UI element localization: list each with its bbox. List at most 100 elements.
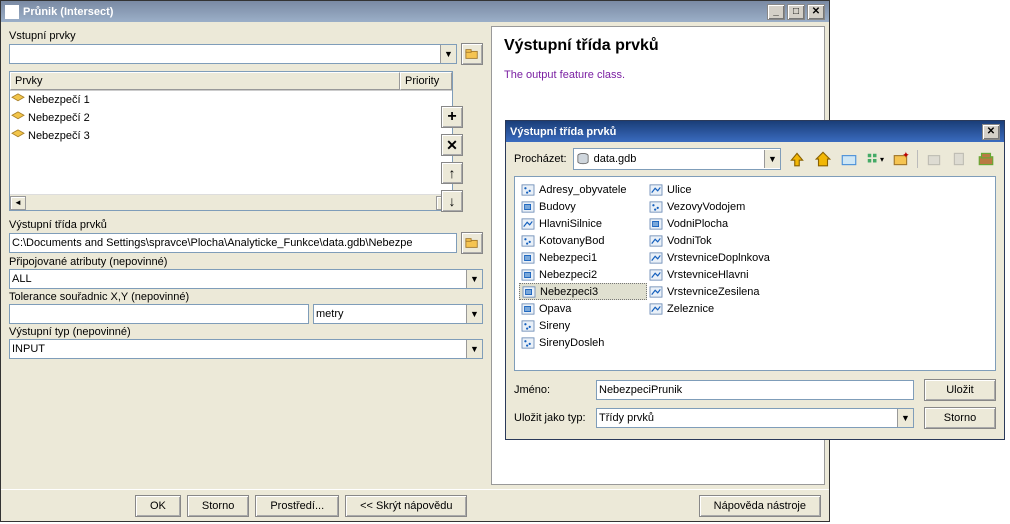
- type-dropdown[interactable]: Třídy prvků ▼: [596, 408, 914, 428]
- input-features-dropdown[interactable]: ▼: [9, 44, 457, 64]
- maximize-button[interactable]: □: [787, 4, 805, 20]
- file-name: Zeleznice: [667, 303, 714, 315]
- file-name: VodniPlocha: [667, 218, 728, 230]
- horizontal-scrollbar[interactable]: ◄►: [10, 194, 452, 210]
- minimize-button[interactable]: _: [767, 4, 785, 20]
- save-close-button[interactable]: ✕: [982, 124, 1000, 140]
- copy-icon: [950, 149, 970, 169]
- home-icon[interactable]: [813, 149, 833, 169]
- list-item[interactable]: Opava: [519, 300, 647, 317]
- list-item[interactable]: Adresy_obyvatele: [519, 181, 647, 198]
- file-name: Nebezpeci2: [539, 269, 597, 281]
- file-list[interactable]: Adresy_obyvatele Budovy HlavniSilnice Kotov…: [514, 176, 996, 371]
- move-down-button[interactable]: ↓: [441, 190, 463, 212]
- layer-icon: [10, 93, 26, 108]
- browse-input-button[interactable]: [461, 43, 483, 65]
- file-name: VrstevniceDoplnkova: [667, 252, 770, 264]
- environments-button[interactable]: Prostředí...: [255, 495, 339, 517]
- chevron-down-icon[interactable]: ▼: [466, 270, 482, 288]
- list-item[interactable]: Budovy: [519, 198, 647, 215]
- window-icon: [5, 5, 19, 19]
- list-item[interactable]: VodniPlocha: [647, 215, 775, 232]
- file-name: HlavniSilnice: [539, 218, 602, 230]
- file-name: VrstevniceHlavni: [667, 269, 749, 281]
- list-item[interactable]: HlavniSilnice: [519, 215, 647, 232]
- lookin-dropdown[interactable]: data.gdb ▼: [573, 148, 781, 170]
- file-name: Nebezpeci1: [539, 252, 597, 264]
- toolbox-icon[interactable]: [976, 149, 996, 169]
- views-icon[interactable]: ▾: [865, 149, 885, 169]
- new-folder-icon[interactable]: ✦: [891, 149, 911, 169]
- file-name: KotovanyBod: [539, 235, 604, 247]
- tolerance-label: Tolerance souřadnic X,Y (nepovinné): [9, 291, 483, 303]
- row-name: Nebezpečí 1: [26, 94, 400, 106]
- col-priority[interactable]: Priority: [400, 72, 452, 90]
- main-titlebar: Průnik (Intersect) _ □ ✕: [1, 1, 829, 22]
- join-attrs-label: Připojované atributy (nepovinné): [9, 256, 483, 268]
- save-window-title: Výstupní třída prvků: [510, 126, 616, 138]
- features-table: Prvky Priority Nebezpečí 1 Nebezpečí 2 Neb…: [9, 71, 453, 211]
- save-dialog: Výstupní třída prvků ✕ Procházet: data.g…: [505, 120, 1005, 440]
- table-row[interactable]: Nebezpečí 3: [10, 127, 452, 145]
- file-name: VodniTok: [667, 235, 712, 247]
- file-name: Sireny: [539, 320, 570, 332]
- file-name: Budovy: [539, 201, 576, 213]
- list-item[interactable]: Nebezpeci1: [519, 249, 647, 266]
- chevron-down-icon[interactable]: ▼: [764, 150, 780, 168]
- list-item[interactable]: VrstevniceHlavni: [647, 266, 775, 283]
- list-item[interactable]: VrstevniceDoplnkova: [647, 249, 775, 266]
- list-item[interactable]: Ulice: [647, 181, 775, 198]
- list-item[interactable]: VezovyVodojem: [647, 198, 775, 215]
- col-features[interactable]: Prvky: [10, 72, 400, 90]
- connect-folder-icon[interactable]: [839, 149, 859, 169]
- list-item[interactable]: KotovanyBod: [519, 232, 647, 249]
- window-title: Průnik (Intersect): [23, 6, 113, 18]
- remove-button[interactable]: ✕: [441, 134, 463, 156]
- list-item[interactable]: VodniTok: [647, 232, 775, 249]
- move-up-button[interactable]: ↑: [441, 162, 463, 184]
- hide-help-button[interactable]: << Skrýt nápovědu: [345, 495, 467, 517]
- list-item[interactable]: Nebezpeci2: [519, 266, 647, 283]
- row-name: Nebezpečí 3: [26, 130, 400, 142]
- save-button[interactable]: Uložit: [924, 379, 996, 401]
- table-row[interactable]: Nebezpečí 1: [10, 91, 452, 109]
- layer-icon: [10, 129, 26, 144]
- join-attrs-dropdown[interactable]: ALL ▼: [9, 269, 483, 289]
- name-label: Jméno:: [514, 384, 586, 396]
- tolerance-unit-dropdown[interactable]: metry ▼: [313, 304, 483, 324]
- chevron-down-icon[interactable]: ▼: [440, 45, 456, 63]
- output-type-dropdown[interactable]: INPUT ▼: [9, 339, 483, 359]
- cancel-button[interactable]: Storno: [187, 495, 249, 517]
- row-name: Nebezpečí 2: [26, 112, 400, 124]
- ok-button[interactable]: OK: [135, 495, 181, 517]
- tool-help-button[interactable]: Nápověda nástroje: [699, 495, 821, 517]
- list-item[interactable]: Sireny: [519, 317, 647, 334]
- file-name: Ulice: [667, 184, 691, 196]
- close-button[interactable]: ✕: [807, 4, 825, 20]
- output-path-input[interactable]: [9, 233, 457, 253]
- up-one-level-icon[interactable]: [787, 149, 807, 169]
- table-row[interactable]: Nebezpečí 2: [10, 109, 452, 127]
- help-title: Výstupní třída prvků: [504, 37, 812, 55]
- list-item[interactable]: SirenyDosleh: [519, 334, 647, 351]
- list-item[interactable]: VrstevniceZesilena: [647, 283, 775, 300]
- tolerance-input[interactable]: [9, 304, 309, 324]
- file-name: SirenyDosleh: [539, 337, 604, 349]
- dialog-button-bar: OK Storno Prostředí... << Skrýt nápovědu…: [1, 489, 829, 521]
- list-item[interactable]: Nebezpeci3: [519, 283, 647, 300]
- browse-output-button[interactable]: [461, 232, 483, 254]
- chevron-down-icon[interactable]: ▼: [466, 340, 482, 358]
- output-type-label: Výstupní typ (nepovinné): [9, 326, 483, 338]
- chevron-down-icon[interactable]: ▼: [897, 409, 913, 427]
- layer-icon: [10, 111, 26, 126]
- chevron-down-icon[interactable]: ▼: [466, 305, 482, 323]
- help-description: The output feature class.: [504, 69, 812, 81]
- parameters-pane: Vstupní prvky ▼ Prvky Priority Nebezpečí…: [1, 22, 491, 489]
- output-label: Výstupní třída prvků: [9, 219, 483, 231]
- add-button[interactable]: +: [441, 106, 463, 128]
- type-label: Uložit jako typ:: [514, 412, 586, 424]
- save-cancel-button[interactable]: Storno: [924, 407, 996, 429]
- list-item[interactable]: Zeleznice: [647, 300, 775, 317]
- file-name: Adresy_obyvatele: [539, 184, 626, 196]
- name-input[interactable]: [596, 380, 914, 400]
